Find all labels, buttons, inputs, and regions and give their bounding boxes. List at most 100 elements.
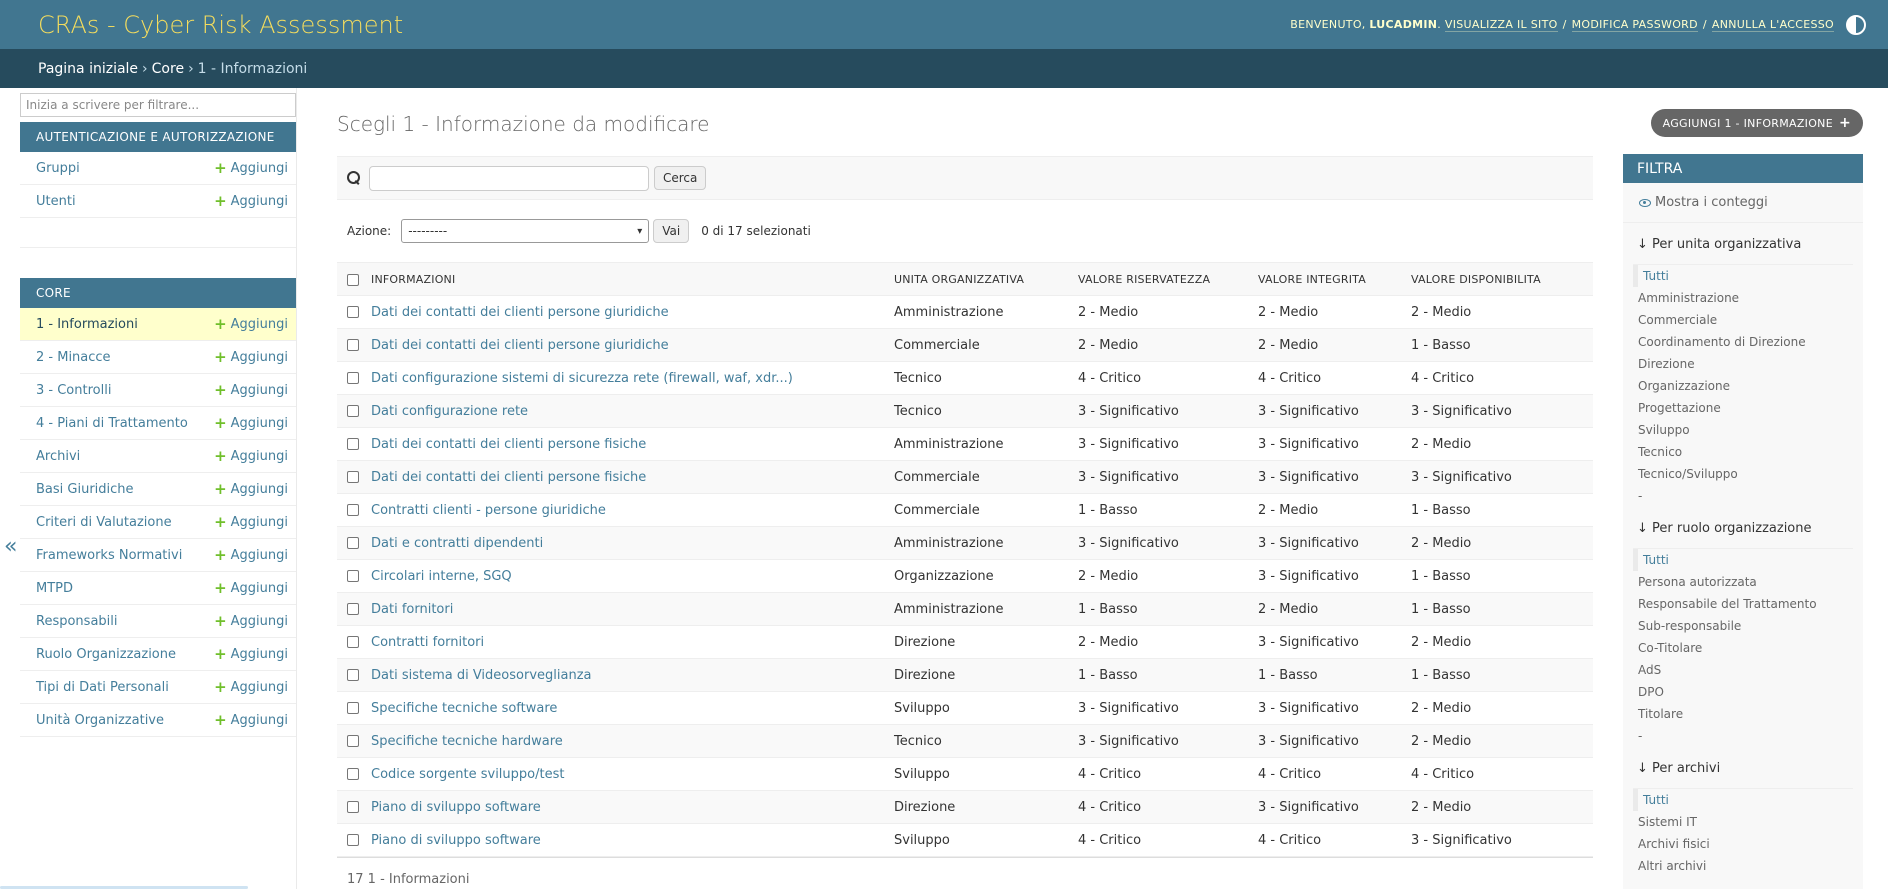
row-link-informazione[interactable]: Contratti fornitori <box>371 635 484 650</box>
row-link-informazione[interactable]: Dati fornitori <box>371 602 453 617</box>
row-checkbox[interactable] <box>347 636 359 648</box>
row-link-informazione[interactable]: Dati configurazione rete <box>371 404 528 419</box>
breadcrumb-home[interactable]: Pagina iniziale <box>38 61 138 77</box>
action-select[interactable]: --------- ▾ <box>401 219 650 243</box>
row-checkbox[interactable] <box>347 372 359 384</box>
sidebar-item-label[interactable]: Criteri di Valutazione <box>36 515 172 530</box>
row-link-informazione[interactable]: Contratti clienti - persone giuridiche <box>371 503 606 518</box>
nav-filter-input[interactable]: Inizia a scrivere per filtrare... <box>20 93 296 117</box>
row-checkbox[interactable] <box>347 735 359 747</box>
filter-option[interactable]: Sub-responsabile <box>1633 615 1853 637</box>
add-link[interactable]: + Aggiungi <box>214 579 288 597</box>
logout-link[interactable]: Annulla l'accesso <box>1711 18 1834 32</box>
row-checkbox[interactable] <box>347 306 359 318</box>
show-counts-link[interactable]: Mostra i conteggi <box>1623 183 1863 223</box>
add-link[interactable]: + Aggiungi <box>214 711 288 729</box>
module-core-caption[interactable]: Core <box>20 278 296 308</box>
row-link-informazione[interactable]: Piano di sviluppo software <box>371 833 541 848</box>
select-all-checkbox[interactable] <box>347 273 359 286</box>
filter-option[interactable]: Archivi fisici <box>1633 833 1853 855</box>
row-checkbox[interactable] <box>347 603 359 615</box>
add-link[interactable]: + Aggiungi <box>214 381 288 399</box>
row-checkbox[interactable] <box>347 669 359 681</box>
add-link[interactable]: + Aggiungi <box>214 159 288 177</box>
row-checkbox[interactable] <box>347 438 359 450</box>
module-auth-caption[interactable]: Autenticazione e Autorizzazione <box>20 122 296 152</box>
add-link[interactable]: + Aggiungi <box>214 348 288 366</box>
site-name-link[interactable]: CRAs - Cyber Risk Assessment <box>38 11 403 39</box>
sidebar-item-label[interactable]: 2 - Minacce <box>36 350 111 365</box>
row-checkbox[interactable] <box>347 702 359 714</box>
row-link-informazione[interactable]: Dati dei contatti dei clienti persone gi… <box>371 338 669 353</box>
toggle-nav-sidebar[interactable]: « <box>4 534 17 559</box>
filter-option[interactable]: Persona autorizzata <box>1633 571 1853 593</box>
sidebar-item-label[interactable]: 1 - Informazioni <box>36 317 138 332</box>
sidebar-item-label[interactable]: Unità Organizzative <box>36 713 164 728</box>
sidebar-item-label[interactable]: 4 - Piani di Trattamento <box>36 416 188 431</box>
row-link-informazione[interactable]: Dati dei contatti dei clienti persone fi… <box>371 470 646 485</box>
filter-option[interactable]: - <box>1633 485 1853 507</box>
row-checkbox[interactable] <box>347 471 359 483</box>
add-link[interactable]: + Aggiungi <box>214 447 288 465</box>
row-link-informazione[interactable]: Codice sorgente sviluppo/test <box>371 767 564 782</box>
row-link-informazione[interactable]: Dati dei contatti dei clienti persone gi… <box>371 305 669 320</box>
view-site-link[interactable]: Visualizza il sito <box>1444 18 1558 32</box>
filter-option[interactable]: Progettazione <box>1633 397 1853 419</box>
filter-option[interactable]: Tutti <box>1633 789 1853 811</box>
add-link[interactable]: + Aggiungi <box>214 315 288 333</box>
filter-option[interactable]: Responsabile del Trattamento <box>1633 593 1853 615</box>
filter-option[interactable]: Direzione <box>1633 353 1853 375</box>
search-input[interactable] <box>369 165 649 191</box>
filter-option[interactable]: Sviluppo <box>1633 419 1853 441</box>
sidebar-item-label[interactable]: 3 - Controlli <box>36 383 111 398</box>
filter-option[interactable]: Tutti <box>1633 265 1853 287</box>
row-checkbox[interactable] <box>347 537 359 549</box>
add-link[interactable]: + Aggiungi <box>214 414 288 432</box>
add-link[interactable]: + Aggiungi <box>214 546 288 564</box>
column-header-riservatezza[interactable]: Valore riservatezza <box>1070 262 1250 296</box>
go-button[interactable]: Vai <box>653 219 690 243</box>
column-header-disponibilita[interactable]: Valore disponibilita <box>1403 262 1593 296</box>
row-checkbox[interactable] <box>347 570 359 582</box>
row-checkbox[interactable] <box>347 801 359 813</box>
add-link[interactable]: + Aggiungi <box>214 612 288 630</box>
add-informazione-button[interactable]: Aggiungi 1 - Informazione + <box>1650 109 1863 137</box>
row-link-informazione[interactable]: Dati sistema di Videosorveglianza <box>371 668 592 683</box>
row-checkbox[interactable] <box>347 834 359 846</box>
filter-option[interactable]: - <box>1633 725 1853 747</box>
filter-option[interactable]: Tutti <box>1633 549 1853 571</box>
add-link[interactable]: + Aggiungi <box>214 513 288 531</box>
filter-option[interactable]: Coordinamento di Direzione <box>1633 331 1853 353</box>
change-password-link[interactable]: Modifica password <box>1571 18 1698 32</box>
row-checkbox[interactable] <box>347 504 359 516</box>
row-link-informazione[interactable]: Piano di sviluppo software <box>371 800 541 815</box>
sidebar-item-label[interactable]: Utenti <box>36 194 76 209</box>
row-link-informazione[interactable]: Dati configurazione sistemi di sicurezza… <box>371 371 793 386</box>
add-link[interactable]: + Aggiungi <box>214 645 288 663</box>
row-link-informazione[interactable]: Dati dei contatti dei clienti persone fi… <box>371 437 646 452</box>
filter-option[interactable]: Sistemi IT <box>1633 811 1853 833</box>
sidebar-item-label[interactable]: Ruolo Organizzazione <box>36 647 176 662</box>
sidebar-item-label[interactable]: Responsabili <box>36 614 118 629</box>
add-link[interactable]: + Aggiungi <box>214 192 288 210</box>
sidebar-item-label[interactable]: MTPD <box>36 581 73 596</box>
search-button[interactable]: Cerca <box>654 166 707 190</box>
filter-option[interactable]: Amministrazione <box>1633 287 1853 309</box>
row-link-informazione[interactable]: Specifiche tecniche hardware <box>371 734 563 749</box>
filter-group-title[interactable]: ↓ Per unita organizzativa <box>1623 223 1863 264</box>
breadcrumb-app[interactable]: Core <box>152 61 184 77</box>
row-checkbox[interactable] <box>347 768 359 780</box>
filter-option[interactable]: AdS <box>1633 659 1853 681</box>
filter-option[interactable]: Altri archivi <box>1633 855 1853 877</box>
theme-toggle-icon[interactable] <box>1846 14 1866 35</box>
column-header-informazioni[interactable]: Informazioni <box>363 262 886 296</box>
add-link[interactable]: + Aggiungi <box>214 678 288 696</box>
row-checkbox[interactable] <box>347 405 359 417</box>
row-link-informazione[interactable]: Specifiche tecniche software <box>371 701 557 716</box>
row-link-informazione[interactable]: Circolari interne, SGQ <box>371 569 512 584</box>
filter-option[interactable]: Titolare <box>1633 703 1853 725</box>
sidebar-item-label[interactable]: Frameworks Normativi <box>36 548 182 563</box>
filter-option[interactable]: DPO <box>1633 681 1853 703</box>
filter-option[interactable]: Tecnico <box>1633 441 1853 463</box>
sidebar-item-label[interactable]: Tipi di Dati Personali <box>36 680 169 695</box>
